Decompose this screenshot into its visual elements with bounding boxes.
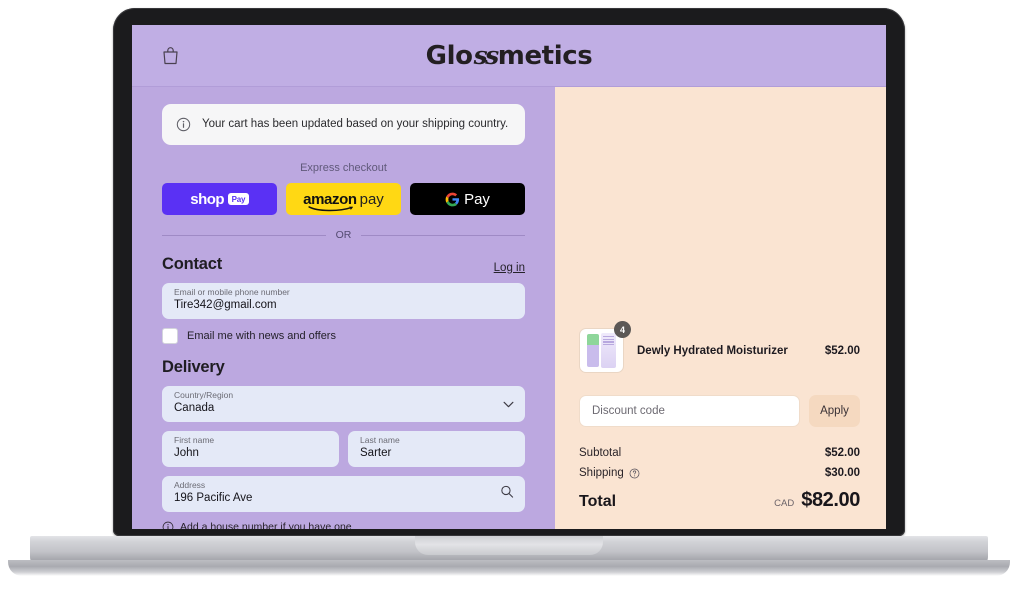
subtotal-value: $52.00: [824, 447, 860, 459]
laptop-lid: Glo ss metics Your cart has been updated b…: [110, 5, 908, 539]
newsletter-checkbox[interactable]: [162, 328, 178, 344]
login-link[interactable]: Log in: [494, 262, 525, 274]
app-header: Glo ss metics: [132, 25, 886, 87]
google-pay-word: Pay: [464, 190, 490, 208]
product-tube-lavender: [601, 333, 616, 368]
product-name: Dewly Hydrated Moisturizer: [637, 344, 788, 357]
address-field[interactable]: Address 196 Pacific Ave: [162, 476, 525, 512]
shipping-value: $30.00: [824, 467, 860, 479]
delivery-section-header: Delivery: [162, 358, 525, 377]
info-circle-icon: [176, 117, 191, 132]
divider-text: OR: [335, 229, 352, 241]
shipping-label-text: Shipping: [579, 467, 624, 479]
chevron-down-icon: [503, 395, 514, 413]
last-name-field[interactable]: Last name Sarter: [348, 431, 525, 467]
first-name-value: John: [174, 446, 199, 459]
checkout-body: Your cart has been updated based on your…: [132, 87, 886, 529]
cart-updated-notice: Your cart has been updated based on your…: [162, 104, 525, 145]
express-payment-buttons: shop Pay amazon pay Pay: [162, 183, 525, 215]
shop-pay-badge: Pay: [228, 193, 249, 205]
first-name-label: First name: [174, 435, 215, 445]
total-value: $82.00: [801, 489, 860, 511]
email-field-label: Email or mobile phone number: [174, 287, 290, 297]
order-summary: 4 Dewly Hydrated Moisturizer $52.00 Disc…: [579, 321, 860, 512]
laptop-base: [8, 536, 1010, 576]
amazon-smile-icon: [308, 205, 353, 211]
newsletter-row[interactable]: Email me with news and offers: [162, 328, 525, 344]
notice-text: Your cart has been updated based on your…: [202, 118, 509, 131]
help-circle-icon[interactable]: [629, 468, 640, 479]
last-name-label: Last name: [360, 435, 400, 445]
delivery-title: Delivery: [162, 358, 225, 376]
or-divider: OR: [162, 229, 525, 241]
brand-swash: ss: [473, 40, 500, 70]
quantity-badge: 4: [614, 321, 631, 338]
total-label: Total: [579, 493, 617, 510]
product-price: $52.00: [824, 344, 860, 357]
name-fields-row: First name John Last name Sarter: [162, 431, 525, 476]
contact-section-header: Contact Log in: [162, 255, 525, 274]
address-label: Address: [174, 480, 206, 490]
newsletter-label: Email me with news and offers: [187, 330, 336, 342]
order-summary-panel: 4 Dewly Hydrated Moisturizer $52.00 Disc…: [555, 87, 886, 529]
search-icon[interactable]: [500, 485, 514, 504]
google-g-icon: [445, 192, 460, 206]
product-thumbnail-wrap: 4: [579, 321, 631, 373]
shop-pay-word: shop: [190, 190, 225, 208]
shipping-label: Shipping: [579, 467, 640, 479]
amazon-pay-button[interactable]: amazon pay: [286, 183, 401, 215]
shipping-row: Shipping $30.00: [579, 467, 860, 479]
divider-line-right: [361, 234, 525, 236]
checkout-form-panel: Your cart has been updated based on your…: [132, 87, 555, 529]
amazon-pay-suffix: pay: [359, 190, 384, 208]
address-helper-text: Add a house number if you have one: [180, 521, 352, 529]
email-field-value: Tire342@gmail.com: [174, 298, 277, 311]
shopping-bag-icon[interactable]: [157, 43, 183, 69]
divider-line-left: [162, 234, 326, 236]
laptop-foot-left: [205, 562, 216, 564]
country-region-select[interactable]: Country/Region Canada: [162, 386, 525, 422]
laptop-base-notch: [415, 536, 603, 555]
address-value: 196 Pacific Ave: [174, 491, 253, 504]
brand-prefix: Glo: [425, 40, 473, 71]
brand-logo: Glo ss metics: [426, 41, 593, 71]
express-checkout-label: Express checkout: [300, 162, 387, 174]
currency-code: CAD: [774, 498, 795, 509]
shop-pay-button[interactable]: shop Pay: [162, 183, 277, 215]
subtotal-row: Subtotal $52.00: [579, 447, 860, 459]
last-name-value: Sarter: [360, 446, 392, 459]
google-pay-button[interactable]: Pay: [410, 183, 525, 215]
apply-discount-button[interactable]: Apply: [809, 395, 860, 427]
cart-line-item: 4 Dewly Hydrated Moisturizer $52.00: [579, 321, 860, 373]
discount-code-input[interactable]: Discount code: [579, 395, 800, 427]
total-row: Total CAD $82.00: [579, 489, 860, 512]
first-name-field[interactable]: First name John: [162, 431, 339, 467]
product-tube-green: [587, 334, 599, 367]
country-value: Canada: [174, 401, 215, 414]
laptop-screen: Glo ss metics Your cart has been updated b…: [132, 25, 886, 529]
subtotal-label: Subtotal: [579, 447, 622, 459]
screenshot-stage: Glo ss metics Your cart has been updated b…: [0, 0, 1018, 590]
contact-title: Contact: [162, 255, 223, 273]
brand-suffix: metics: [497, 40, 593, 71]
info-circle-icon: [162, 521, 174, 529]
country-label: Country/Region: [174, 390, 234, 400]
total-amount-wrap: CAD $82.00: [774, 489, 860, 512]
email-field[interactable]: Email or mobile phone number Tire342@gma…: [162, 283, 525, 319]
discount-row: Discount code Apply: [579, 395, 860, 427]
address-helper: Add a house number if you have one: [162, 521, 525, 529]
laptop-foot-right: [802, 562, 813, 564]
